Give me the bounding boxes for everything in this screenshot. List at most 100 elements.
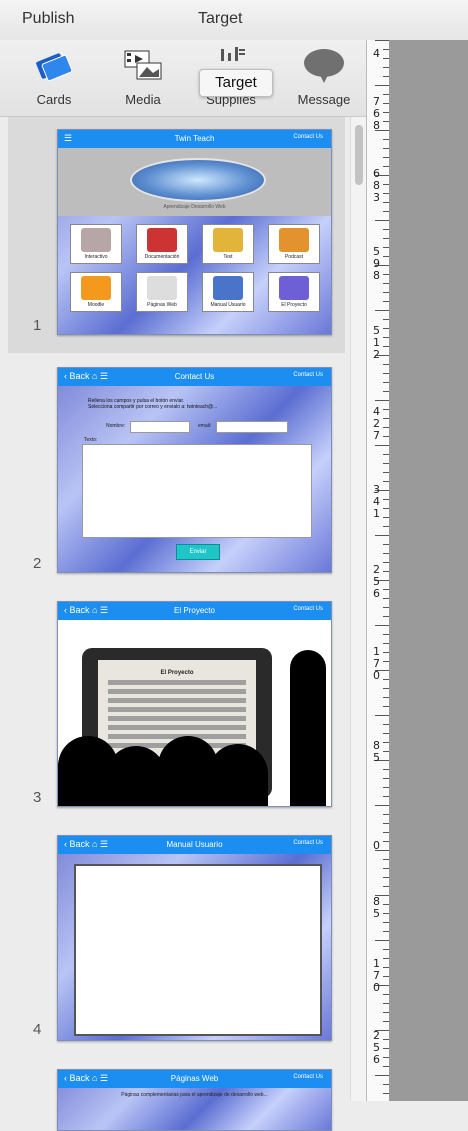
canvas-area[interactable]: [389, 40, 468, 1101]
slide-1-bar: ☰ Twin Teach Contact Us: [58, 130, 331, 148]
email-label: email:: [198, 423, 212, 429]
text-label: Texto:: [84, 437, 98, 443]
tablet-heading: El Proyecto: [160, 670, 194, 676]
audience-silhouette: [106, 746, 166, 806]
presentation-image: El Proyecto: [58, 620, 331, 806]
ruler-tick: [375, 220, 389, 221]
name-label: Nombre:: [106, 423, 126, 429]
slide-2-bar: ‹ Back ⌂ ☰ Contact Us Contact Us: [58, 368, 331, 386]
toolbar: Cards Media Supplies Message: [0, 40, 366, 117]
instruction-2: Selecciona compartir por correo y envial…: [88, 404, 218, 410]
audience-silhouette: [208, 744, 268, 806]
slide-5-subtitle: Páginas complementarias para el aprendiz…: [121, 1092, 268, 1098]
card-label: Test: [223, 254, 233, 260]
card-podcast: Podcast: [268, 224, 320, 264]
slide-3-title: El Proyecto: [174, 606, 215, 615]
slide-3-contact: Contact Us: [293, 606, 323, 612]
ruler-label: 8: [373, 119, 380, 132]
ruler-tick: [375, 535, 389, 536]
slide-4-bar: ‹ Back ⌂ ☰ Manual Usuario Contact Us: [58, 836, 331, 854]
menu-target[interactable]: Target: [198, 10, 242, 28]
slide-2-title: Contact Us: [174, 372, 215, 381]
cards-button[interactable]: Cards: [16, 46, 92, 107]
slide-1-tagline: Aprendizaje Desarrollo Web: [163, 204, 226, 210]
ruler-label: 5: [373, 751, 380, 764]
cards-label: Cards: [36, 92, 72, 107]
card-label: Interactivo: [84, 254, 108, 260]
card-manual-usuario: Manual Usuario: [202, 272, 254, 312]
ruler-tick: [375, 940, 389, 941]
ruler-label: 7: [373, 429, 380, 442]
ruler-tick: [375, 40, 389, 41]
card-label: Páginas Web: [147, 302, 177, 308]
message-textarea: [82, 444, 312, 538]
card-interactivo: Interactivo: [70, 224, 122, 264]
slide-2-contact: Contact Us: [293, 372, 323, 378]
ruler-tick: [375, 805, 389, 806]
slide-number-4: 4: [33, 1021, 42, 1038]
slide-1-title: Twin Teach: [174, 134, 215, 143]
message-button[interactable]: Message: [286, 46, 362, 107]
slide-list: ☰ Twin Teach Contact Us Aprendizaje Desa…: [0, 117, 345, 1131]
ruler-tick: [375, 310, 389, 311]
vertical-ruler: 476868359851242734125617085085170256: [366, 40, 390, 1101]
slide-5-bar: ‹ Back ⌂ ☰ Páginas Web Contact Us: [58, 1070, 331, 1088]
card-moodle: Moodle: [70, 272, 122, 312]
ruler-label: 6: [373, 1053, 380, 1066]
ruler-label: 2: [373, 348, 380, 361]
ruler-label: 0: [373, 839, 380, 852]
tooltip-target: Target: [199, 69, 273, 97]
slide-thumbnail-5[interactable]: ‹ Back ⌂ ☰ Páginas Web Contact Us Página…: [57, 1069, 332, 1131]
ruler-label: 3: [373, 191, 380, 204]
card-label: Documentación: [144, 254, 180, 260]
ruler-label: 0: [373, 669, 380, 682]
ruler-tick: [375, 625, 389, 626]
ruler-label: 6: [373, 587, 380, 600]
email-field: [216, 421, 288, 433]
menu-bar: Publish Target: [0, 0, 468, 41]
slide-thumbnail-2[interactable]: ‹ Back ⌂ ☰ Contact Us Contact Us Rellena…: [57, 367, 332, 573]
manual-content-area: [74, 864, 322, 1036]
slide-1-header-image: Aprendizaje Desarrollo Web: [58, 148, 331, 216]
card-paginas-web: Páginas Web: [136, 272, 188, 312]
media-icon: [105, 46, 181, 84]
slide-thumbnail-3[interactable]: ‹ Back ⌂ ☰ El Proyecto Contact Us El Pro…: [57, 601, 332, 807]
message-icon: [286, 46, 362, 84]
contact-instructions: Rellena los campos y pulsa el botón envi…: [88, 398, 217, 410]
slide-4-contact: Contact Us: [293, 840, 323, 846]
slide-4-title: Manual Usuario: [166, 840, 223, 849]
card-test: Test: [202, 224, 254, 264]
ruler-label: 1: [373, 507, 380, 520]
message-label: Message: [297, 92, 351, 107]
ruler-tick: [375, 715, 389, 716]
ruler-label: 4: [373, 47, 380, 60]
menu-publish[interactable]: Publish: [22, 10, 74, 28]
slide-5-title: Páginas Web: [170, 1074, 219, 1083]
card-label: Manual Usuario: [210, 302, 246, 308]
ruler-tick: [375, 85, 389, 86]
slide-list-scrollbar[interactable]: [350, 117, 367, 1101]
slide-number-1: 1: [33, 317, 42, 334]
cards-icon: [16, 46, 92, 84]
ruler-tick: [375, 400, 389, 401]
card-label: Moodle: [87, 302, 105, 308]
name-field: [130, 421, 190, 433]
media-label: Media: [125, 92, 161, 107]
media-button[interactable]: Media: [105, 46, 181, 107]
slide-5-contact: Contact Us: [293, 1074, 323, 1080]
slide-thumbnail-4[interactable]: ‹ Back ⌂ ☰ Manual Usuario Contact Us: [57, 835, 332, 1041]
send-button: Enviar: [176, 544, 220, 560]
presenter-silhouette: [290, 650, 326, 806]
ruler-tick: [375, 445, 389, 446]
scrollbar-thumb[interactable]: [355, 125, 363, 185]
card-label: El Proyecto: [281, 302, 307, 308]
slide-3-bar: ‹ Back ⌂ ☰ El Proyecto Contact Us: [58, 602, 331, 620]
slide-1-contact: Contact Us: [293, 134, 323, 140]
card-documentacion: Documentación: [136, 224, 188, 264]
ruler-tick: [375, 1075, 389, 1076]
ruler-label: 5: [373, 907, 380, 920]
ruler-label: 0: [373, 981, 380, 994]
card-el-proyecto: El Proyecto: [268, 272, 320, 312]
card-label: Podcast: [284, 254, 304, 260]
slide-thumbnail-1[interactable]: ☰ Twin Teach Contact Us Aprendizaje Desa…: [57, 129, 332, 335]
